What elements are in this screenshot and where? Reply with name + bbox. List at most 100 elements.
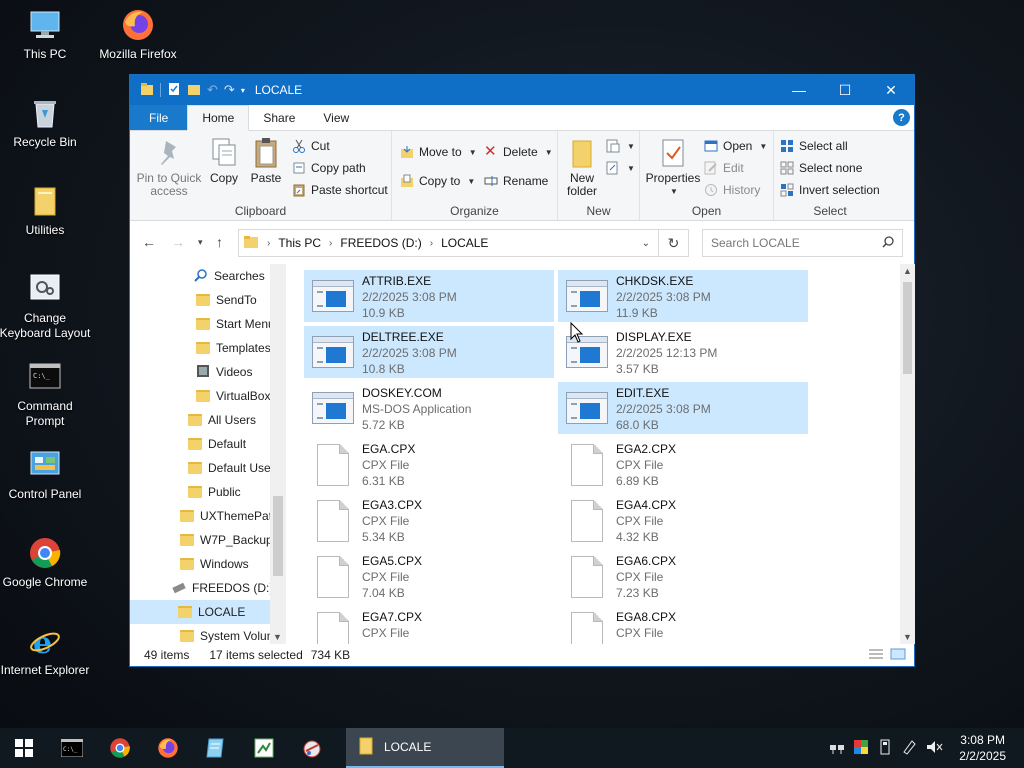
- invert-selection-label: Invert selection: [799, 183, 880, 197]
- taskbar-snipping-tool[interactable]: [288, 728, 336, 768]
- new-folder-qa-icon[interactable]: [187, 82, 201, 99]
- desktop-icon-control-panel[interactable]: Control Panel: [0, 448, 93, 502]
- delete-button[interactable]: ✕ Delete ▼: [484, 144, 553, 159]
- desktop-icon-utilities[interactable]: Utilities: [0, 184, 93, 238]
- new-item-button[interactable]: ▼: [606, 139, 635, 153]
- copy-button[interactable]: Copy: [204, 137, 244, 185]
- tab-home[interactable]: Home: [187, 105, 250, 131]
- taskbar-explorer-locale[interactable]: LOCALE: [346, 728, 504, 768]
- tab-view[interactable]: View: [309, 105, 363, 130]
- breadcrumb-this-pc[interactable]: This PC: [278, 236, 321, 250]
- internet-explorer-icon: e: [28, 624, 62, 661]
- easy-access-button[interactable]: ▼: [606, 161, 635, 175]
- open-button[interactable]: Open ▼: [704, 139, 767, 153]
- cut-button[interactable]: Cut: [292, 139, 330, 153]
- breadcrumb-freedos[interactable]: FREEDOS (D:): [340, 236, 421, 250]
- file-list-scrollbar-thumb[interactable]: [903, 282, 912, 374]
- file-tile-chkdsk[interactable]: CHKDSK.EXE 2/2/2025 3:08 PM 11.9 KB: [558, 270, 808, 322]
- display-color-icon[interactable]: [853, 739, 869, 758]
- file-tile-ega6[interactable]: EGA6.CPX CPX File 7.23 KB: [558, 550, 808, 602]
- start-button[interactable]: [0, 728, 48, 768]
- file-tile-ega7[interactable]: EGA7.CPX CPX File: [304, 606, 554, 644]
- redo-icon[interactable]: ↷: [224, 82, 235, 98]
- firefox-icon: [158, 738, 178, 758]
- close-button[interactable]: ✕: [868, 75, 914, 105]
- rename-icon: [484, 174, 498, 188]
- file-tile-ega3[interactable]: EGA3.CPX CPX File 5.34 KB: [304, 494, 554, 546]
- search-input[interactable]: Search LOCALE: [702, 229, 903, 257]
- desktop-icon-recycle-bin[interactable]: Recycle Bin: [0, 96, 93, 150]
- taskbar-chrome[interactable]: [96, 728, 144, 768]
- file-tile-display[interactable]: DISPLAY.EXE 2/2/2025 12:13 PM 3.57 KB: [558, 326, 808, 378]
- new-folder-button[interactable]: New folder: [560, 137, 604, 198]
- chevron-down-icon[interactable]: ▼: [273, 632, 282, 642]
- maximize-button[interactable]: ☐: [822, 75, 868, 105]
- recent-locations-button[interactable]: ▾: [198, 237, 203, 248]
- file-tile-ega5[interactable]: EGA5.CPX CPX File 7.04 KB: [304, 550, 554, 602]
- undo-icon[interactable]: ↶: [207, 82, 218, 98]
- usb-drive-icon[interactable]: [877, 739, 893, 758]
- copy-label: Copy: [209, 171, 238, 185]
- refresh-button[interactable]: ↻: [659, 229, 689, 257]
- file-tile-ega8[interactable]: EGA8.CPX CPX File: [558, 606, 808, 644]
- clock[interactable]: 3:08 PM 2/2/2025: [949, 732, 1024, 764]
- file-tile-deltree[interactable]: DELTREE.EXE 2/2/2025 3:08 PM 10.8 KB: [304, 326, 554, 378]
- copy-path-button[interactable]: Copy path: [292, 161, 366, 175]
- file-tile-edit[interactable]: EDIT.EXE 2/2/2025 3:08 PM 68.0 KB: [558, 382, 808, 434]
- file-tile-ega2[interactable]: EGA2.CPX CPX File 6.89 KB: [558, 438, 808, 490]
- chevron-down-icon[interactable]: ▼: [903, 632, 912, 642]
- paste-button[interactable]: Paste: [246, 137, 286, 185]
- breadcrumb-locale[interactable]: LOCALE: [441, 236, 488, 250]
- file-tile-ega[interactable]: EGA.CPX CPX File 6.31 KB: [304, 438, 554, 490]
- tiles-view-icon[interactable]: [890, 648, 906, 663]
- select-none-button[interactable]: Select none: [780, 161, 862, 175]
- desktop-icon-internet-explorer[interactable]: e Internet Explorer: [0, 624, 93, 678]
- file-list-scrollbar[interactable]: ▲ ▼: [900, 264, 915, 644]
- taskbar-notepad[interactable]: [192, 728, 240, 768]
- desktop-icon-change-keyboard[interactable]: Change Keyboard Layout: [0, 272, 93, 341]
- customize-qa-icon[interactable]: ▾: [241, 86, 245, 95]
- taskbar-firefox[interactable]: [144, 728, 192, 768]
- select-all-button[interactable]: Select all: [780, 139, 848, 153]
- speaker-muted-icon[interactable]: [925, 739, 943, 758]
- taskbar-paint[interactable]: [240, 728, 288, 768]
- rename-button[interactable]: Rename: [484, 174, 548, 188]
- executable-icon: [564, 386, 608, 430]
- desktop-icon-command-prompt[interactable]: C:\_ Command Prompt: [0, 360, 93, 429]
- details-view-icon[interactable]: [868, 648, 884, 663]
- invert-selection-button[interactable]: Invert selection: [780, 183, 880, 197]
- address-bar[interactable]: › This PC › FREEDOS (D:) › LOCALE ⌄: [238, 229, 659, 257]
- network-icon[interactable]: [829, 739, 845, 758]
- up-button[interactable]: ↑: [216, 234, 223, 250]
- navigation-scrollbar-thumb[interactable]: [273, 496, 283, 576]
- pen-icon[interactable]: [901, 739, 917, 758]
- forward-button[interactable]: →: [171, 234, 185, 250]
- back-button[interactable]: ←: [142, 234, 156, 250]
- taskbar-command-prompt[interactable]: C:\_: [48, 728, 96, 768]
- desktop-icon-chrome[interactable]: Google Chrome: [0, 536, 93, 590]
- copy-to-button[interactable]: Copy to ▼: [400, 174, 475, 188]
- address-dropdown-icon[interactable]: ⌄: [642, 238, 650, 249]
- file-tile-attrib[interactable]: ATTRIB.EXE 2/2/2025 3:08 PM 10.9 KB: [304, 270, 554, 322]
- history-button[interactable]: History: [704, 183, 760, 197]
- file-tile-doskey[interactable]: DOSKEY.COM MS-DOS Application 5.72 KB: [304, 382, 554, 434]
- tab-share[interactable]: Share: [249, 105, 309, 130]
- nav-item-locale[interactable]: LOCALE: [130, 600, 270, 624]
- paste-shortcut-button[interactable]: Paste shortcut: [292, 183, 388, 197]
- help-button[interactable]: ?: [893, 109, 910, 126]
- desktop-icon-firefox[interactable]: Mozilla Firefox: [90, 8, 186, 62]
- folder-icon: [180, 630, 194, 642]
- minimize-button[interactable]: —: [776, 75, 822, 105]
- move-to-button[interactable]: Move to ▼: [400, 145, 477, 159]
- chevron-up-icon[interactable]: ▲: [903, 266, 912, 276]
- properties-button[interactable]: Properties ▼: [644, 137, 702, 198]
- title-bar[interactable]: ↶ ↷ ▾ LOCALE — ☐ ✕: [130, 75, 914, 105]
- file-tile-ega4[interactable]: EGA4.CPX CPX File 4.32 KB: [558, 494, 808, 546]
- pin-quick-access-button[interactable]: Pin to Quick access: [136, 137, 202, 198]
- desktop-icon-this-pc[interactable]: This PC: [0, 8, 93, 62]
- tab-file[interactable]: File: [130, 105, 188, 130]
- navigation-scrollbar[interactable]: ▼: [270, 264, 286, 644]
- edit-button[interactable]: Edit: [704, 161, 744, 175]
- nav-item-freedos-drive[interactable]: FREEDOS (D:): [172, 576, 286, 600]
- properties-qa-icon[interactable]: [167, 82, 181, 99]
